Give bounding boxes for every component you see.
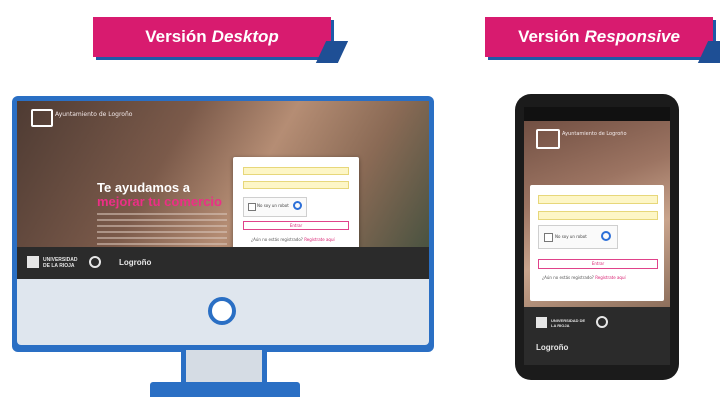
partner-logo-icon	[596, 316, 608, 328]
banner-emphasis: Desktop	[211, 27, 279, 46]
recaptcha-icon	[293, 201, 302, 210]
banner-responsive-version: Versión Responsive	[485, 17, 720, 63]
site-logo-icon	[536, 129, 560, 149]
register-prompt: ¿Aún no estás registrado? Regístrate aqu…	[251, 237, 335, 242]
email-field[interactable]	[243, 167, 349, 175]
university-logo-icon	[27, 256, 39, 268]
register-link[interactable]: Regístrate aquí	[595, 275, 625, 280]
login-button[interactable]: Entrar	[538, 259, 658, 269]
register-prompt-text: ¿Aún no estás registrado?	[542, 275, 594, 280]
site-logo-text: Ayuntamiento de Logroño	[55, 111, 133, 118]
ribbon-fold-shape	[315, 41, 349, 63]
register-prompt-text: ¿Aún no estás registrado?	[251, 237, 303, 242]
partner-logo-icon	[89, 256, 101, 268]
login-card: No soy un robot Entrar ¿Aún no estás reg…	[233, 157, 359, 253]
recaptcha-widget[interactable]: No soy un robot	[243, 197, 307, 217]
monitor-chin	[17, 279, 429, 345]
university-name: UNIVERSIDAD DE LA RIOJA	[551, 318, 586, 328]
banner-emphasis: Responsive	[584, 27, 680, 46]
captcha-checkbox[interactable]	[544, 233, 553, 242]
email-field[interactable]	[538, 195, 658, 204]
password-field[interactable]	[243, 181, 349, 189]
hero-paragraph	[97, 213, 227, 247]
banner-desktop-version: Versión Desktop	[93, 17, 349, 63]
partner-name: Logroño	[119, 258, 152, 267]
password-field[interactable]	[538, 211, 658, 220]
recaptcha-icon	[601, 231, 611, 241]
site-footer: UNIVERSIDAD DE LA RIOJA Logroño	[17, 247, 429, 279]
captcha-label: No soy un robot	[555, 234, 587, 239]
banner-prefix: Versión	[145, 27, 207, 46]
partner-name: Logroño	[536, 343, 569, 352]
monitor-stand	[181, 350, 267, 384]
site-logo-text: Ayuntamiento de Logroño	[562, 131, 627, 137]
university-logo-icon	[536, 317, 547, 328]
register-prompt: ¿Aún no estás registrado? Regístrate aqu…	[542, 275, 626, 280]
hero-headline: Te ayudamos a	[97, 180, 190, 195]
ribbon-fold-shape	[697, 41, 720, 63]
captcha-label: No soy un robot	[257, 203, 289, 208]
mobile-phone-frame: Ayuntamiento de Logroño No soy un robot …	[515, 94, 679, 380]
site-logo-icon	[31, 109, 53, 127]
desktop-screen: Ayuntamiento de Logroño Te ayudamos a me…	[17, 101, 429, 279]
university-name: UNIVERSIDAD DE LA RIOJA	[43, 257, 78, 269]
register-link[interactable]: Regístrate aquí	[304, 237, 334, 242]
login-button[interactable]: Entrar	[243, 221, 349, 230]
banner-prefix: Versión	[518, 27, 580, 46]
monitor-base	[150, 382, 300, 397]
mobile-screen: Ayuntamiento de Logroño No soy un robot …	[524, 107, 670, 365]
hero-headline-highlight: mejorar tu comercio	[97, 194, 222, 209]
login-card: No soy un robot Entrar ¿Aún no estás reg…	[530, 185, 664, 301]
power-button-icon	[208, 297, 236, 325]
desktop-monitor-frame: Ayuntamiento de Logroño Te ayudamos a me…	[12, 96, 434, 352]
captcha-checkbox[interactable]	[248, 203, 256, 211]
recaptcha-widget[interactable]: No soy un robot	[538, 225, 618, 249]
status-bar	[524, 107, 670, 121]
site-footer: UNIVERSIDAD DE LA RIOJA Logroño	[524, 307, 670, 365]
